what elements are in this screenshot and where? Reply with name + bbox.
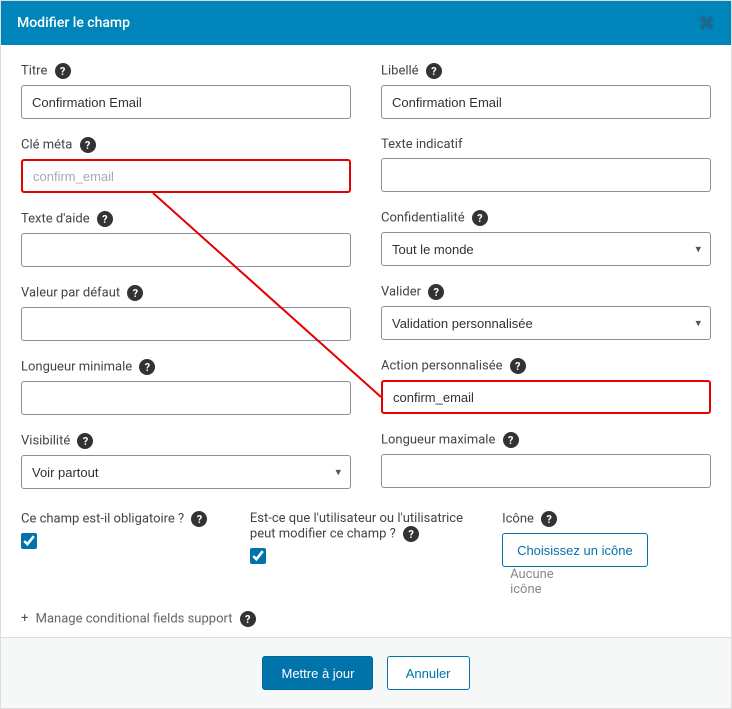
field-valider: Valider ? Validation personnalisée ▾ [381, 284, 711, 340]
modifiable-checkbox[interactable] [250, 548, 266, 564]
valeur-defaut-label: Valeur par défaut ? [21, 285, 351, 301]
icone-label-text: Icône [502, 511, 534, 526]
longueur-min-label: Longueur minimale ? [21, 359, 351, 375]
longueur-max-label: Longueur maximale ? [381, 432, 711, 448]
help-icon[interactable]: ? [541, 511, 557, 527]
texte-aide-label: Texte d'aide ? [21, 211, 351, 227]
help-icon[interactable]: ? [510, 358, 526, 374]
help-icon[interactable]: ? [139, 359, 155, 375]
help-icon[interactable]: ? [55, 63, 71, 79]
field-visibilite: Visibilité ? Voir partout ▾ [21, 433, 351, 489]
confidentialite-label-text: Confidentialité [381, 210, 465, 225]
valeur-defaut-label-text: Valeur par défaut [21, 285, 120, 300]
help-icon[interactable]: ? [240, 611, 256, 627]
field-cle-meta: Clé méta ? [21, 137, 351, 193]
help-icon[interactable]: ? [77, 433, 93, 449]
help-icon[interactable]: ? [80, 137, 96, 153]
texte-indicatif-input[interactable] [381, 158, 711, 192]
valeur-defaut-input[interactable] [21, 307, 351, 341]
field-titre: Titre ? [21, 63, 351, 119]
obligatoire-label: Ce champ est-il obligatoire ? ? [21, 511, 230, 527]
confidentialite-label: Confidentialité ? [381, 210, 711, 226]
titre-label: Titre ? [21, 63, 351, 79]
modal-header: Modifier le champ ✖ [1, 1, 731, 45]
modifiable-label-text: Est-ce que l'utilisateur ou l'utilisatri… [250, 511, 463, 541]
longueur-max-input[interactable] [381, 454, 711, 488]
longueur-max-label-text: Longueur maximale [381, 432, 495, 447]
visibilite-label-text: Visibilité [21, 433, 70, 448]
visibilite-label: Visibilité ? [21, 433, 351, 449]
titre-input[interactable] [21, 85, 351, 119]
help-icon[interactable]: ? [127, 285, 143, 301]
cle-meta-label-text: Clé méta [21, 137, 72, 152]
cle-meta-input[interactable] [21, 159, 351, 193]
cle-meta-label: Clé méta ? [21, 137, 351, 153]
bottom-row: Ce champ est-il obligatoire ? ? Est-ce q… [21, 511, 711, 597]
icone-block: Icône ? Choisissez un icône Aucune icône [502, 511, 711, 597]
texte-aide-label-text: Texte d'aide [21, 211, 90, 226]
close-icon[interactable]: ✖ [698, 11, 715, 35]
obligatoire-label-text: Ce champ est-il obligatoire ? [21, 511, 184, 526]
texte-indicatif-label-text: Texte indicatif [381, 137, 463, 152]
texte-indicatif-label: Texte indicatif [381, 137, 711, 152]
modal-body: Titre ? Clé méta ? T [1, 45, 731, 637]
obligatoire-block: Ce champ est-il obligatoire ? ? [21, 511, 230, 597]
plus-icon: + [21, 611, 28, 626]
libelle-label-text: Libellé [381, 63, 419, 78]
titre-label-text: Titre [21, 63, 47, 78]
visibilite-select[interactable]: Voir partout [21, 455, 351, 489]
texte-aide-input[interactable] [21, 233, 351, 267]
field-valeur-defaut: Valeur par défaut ? [21, 285, 351, 341]
action-perso-input[interactable] [381, 380, 711, 414]
help-icon[interactable]: ? [191, 511, 207, 527]
libelle-input[interactable] [381, 85, 711, 119]
field-texte-aide: Texte d'aide ? [21, 211, 351, 267]
modifiable-block: Est-ce que l'utilisateur ou l'utilisatri… [250, 511, 482, 597]
choose-icon-button[interactable]: Choisissez un icône [502, 533, 648, 567]
help-icon[interactable]: ? [97, 211, 113, 227]
field-action-perso: Action personnalisée ? [381, 358, 711, 414]
libelle-label: Libellé ? [381, 63, 711, 79]
modal: Modifier le champ ✖ Titre ? Cl [0, 0, 732, 709]
action-perso-label: Action personnalisée ? [381, 358, 711, 374]
help-icon[interactable]: ? [503, 432, 519, 448]
right-column: Libellé ? Texte indicatif Confiden [381, 63, 711, 507]
field-confidentialite: Confidentialité ? Tout le monde ▾ [381, 210, 711, 266]
field-longueur-max: Longueur maximale ? [381, 432, 711, 488]
help-icon[interactable]: ? [426, 63, 442, 79]
valider-label: Valider ? [381, 284, 711, 300]
left-column: Titre ? Clé méta ? T [21, 63, 351, 507]
obligatoire-checkbox[interactable] [21, 533, 37, 549]
help-icon[interactable]: ? [403, 526, 419, 542]
cancel-button[interactable]: Annuler [387, 656, 470, 690]
field-libelle: Libellé ? [381, 63, 711, 119]
modal-title: Modifier le champ [17, 15, 130, 31]
modifiable-label: Est-ce que l'utilisateur ou l'utilisatri… [250, 511, 482, 542]
icone-label: Icône ? [502, 511, 711, 527]
valider-select[interactable]: Validation personnalisée [381, 306, 711, 340]
icone-current-text: Aucune icône [510, 567, 570, 597]
help-icon[interactable]: ? [472, 210, 488, 226]
save-button[interactable]: Mettre à jour [262, 656, 373, 690]
help-icon[interactable]: ? [428, 284, 444, 300]
valider-label-text: Valider [381, 284, 421, 299]
conditional-label: Manage conditional fields support [36, 611, 233, 626]
modal-footer: Mettre à jour Annuler [1, 637, 731, 708]
field-texte-indicatif: Texte indicatif [381, 137, 711, 192]
longueur-min-label-text: Longueur minimale [21, 359, 132, 374]
action-perso-label-text: Action personnalisée [381, 358, 503, 373]
field-longueur-min: Longueur minimale ? [21, 359, 351, 415]
conditional-row[interactable]: + Manage conditional fields support ? [21, 611, 711, 627]
confidentialite-select[interactable]: Tout le monde [381, 232, 711, 266]
longueur-min-input[interactable] [21, 381, 351, 415]
